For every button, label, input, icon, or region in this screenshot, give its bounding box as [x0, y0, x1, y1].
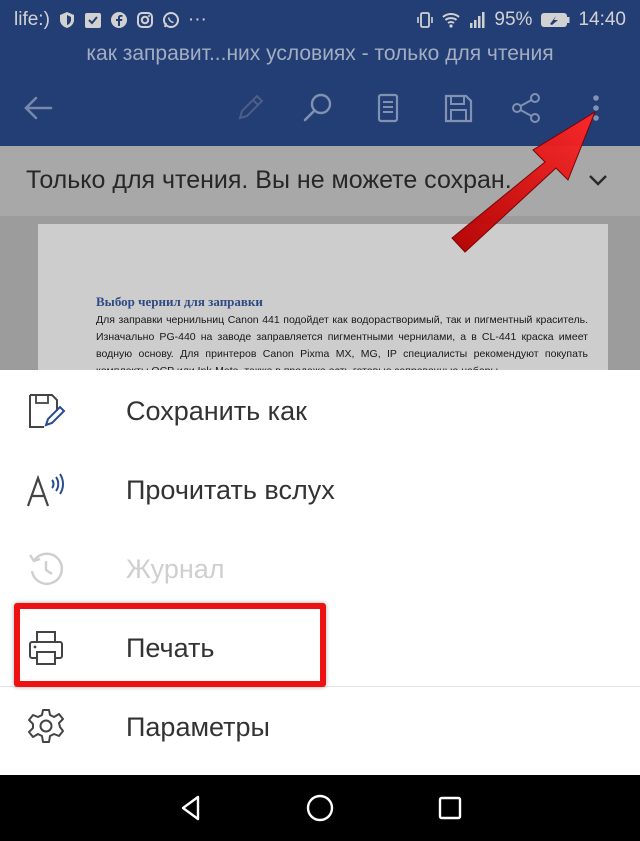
- menu-item-settings[interactable]: Параметры: [0, 688, 640, 766]
- calendar-check-icon: [84, 13, 101, 28]
- chevron-down-icon[interactable]: [586, 168, 610, 192]
- whatsapp-icon: [162, 12, 179, 28]
- nav-home-icon[interactable]: [300, 788, 340, 828]
- app-header: life:) ··· 95% 14:40 как заправит...них …: [0, 0, 640, 146]
- clock: 14:40: [578, 9, 626, 30]
- edit-pencil-icon[interactable]: [228, 86, 272, 130]
- carrier-label: life:): [14, 9, 50, 30]
- wifi-icon: [442, 13, 461, 28]
- readonly-banner-text: Только для чтения. Вы не можете сохран.: [26, 166, 512, 194]
- menu-item-label: Параметры: [126, 711, 270, 742]
- status-bar: life:) ··· 95% 14:40: [0, 0, 640, 40]
- gear-icon: [24, 705, 68, 749]
- more-vertical-icon[interactable]: [574, 86, 618, 130]
- document-title: как заправит...них условиях - только для…: [86, 42, 554, 65]
- nav-back-icon[interactable]: [172, 788, 212, 828]
- share-icon[interactable]: [504, 86, 548, 130]
- facebook-icon: [110, 12, 127, 28]
- save-as-icon: [24, 389, 68, 433]
- menu-item-label: Журнал: [126, 553, 225, 584]
- search-icon[interactable]: [296, 86, 340, 130]
- menu-item-history: Журнал: [0, 530, 640, 608]
- overflow-menu: Сохранить как Прочитать вслух Журнал Печ…: [0, 370, 640, 775]
- battery-icon: [541, 13, 570, 27]
- system-nav-bar: [0, 775, 640, 841]
- document-canvas[interactable]: Выбор чернил для заправки Для заправки ч…: [0, 216, 640, 370]
- signal-icon: [470, 12, 485, 28]
- save-icon[interactable]: [436, 86, 480, 130]
- menu-item-save-as[interactable]: Сохранить как: [0, 372, 640, 450]
- history-icon: [24, 547, 68, 591]
- toolbar: [0, 80, 640, 138]
- document-heading: Выбор чернил для заправки: [96, 294, 263, 309]
- menu-item-label: Сохранить как: [126, 395, 307, 426]
- vibrate-icon: [417, 12, 434, 28]
- battery-percent: 95%: [494, 9, 533, 30]
- read-aloud-icon: [24, 468, 68, 512]
- instagram-icon: [136, 12, 153, 28]
- readonly-banner[interactable]: Только для чтения. Вы не можете сохран.: [0, 146, 640, 216]
- more-notifications: ···: [187, 9, 207, 30]
- menu-item-label: Прочитать вслух: [126, 474, 335, 505]
- back-arrow-icon[interactable]: [16, 86, 60, 130]
- reading-view-icon[interactable]: [366, 86, 410, 130]
- document-page: Выбор чернил для заправки Для заправки ч…: [38, 224, 608, 370]
- menu-item-read-aloud[interactable]: Прочитать вслух: [0, 451, 640, 529]
- nav-recents-icon[interactable]: [430, 788, 470, 828]
- print-highlight-frame: [14, 603, 326, 687]
- document-paragraph: Для заправки чернильниц Canon 441 подойд…: [96, 314, 588, 370]
- shield-icon: [59, 12, 74, 28]
